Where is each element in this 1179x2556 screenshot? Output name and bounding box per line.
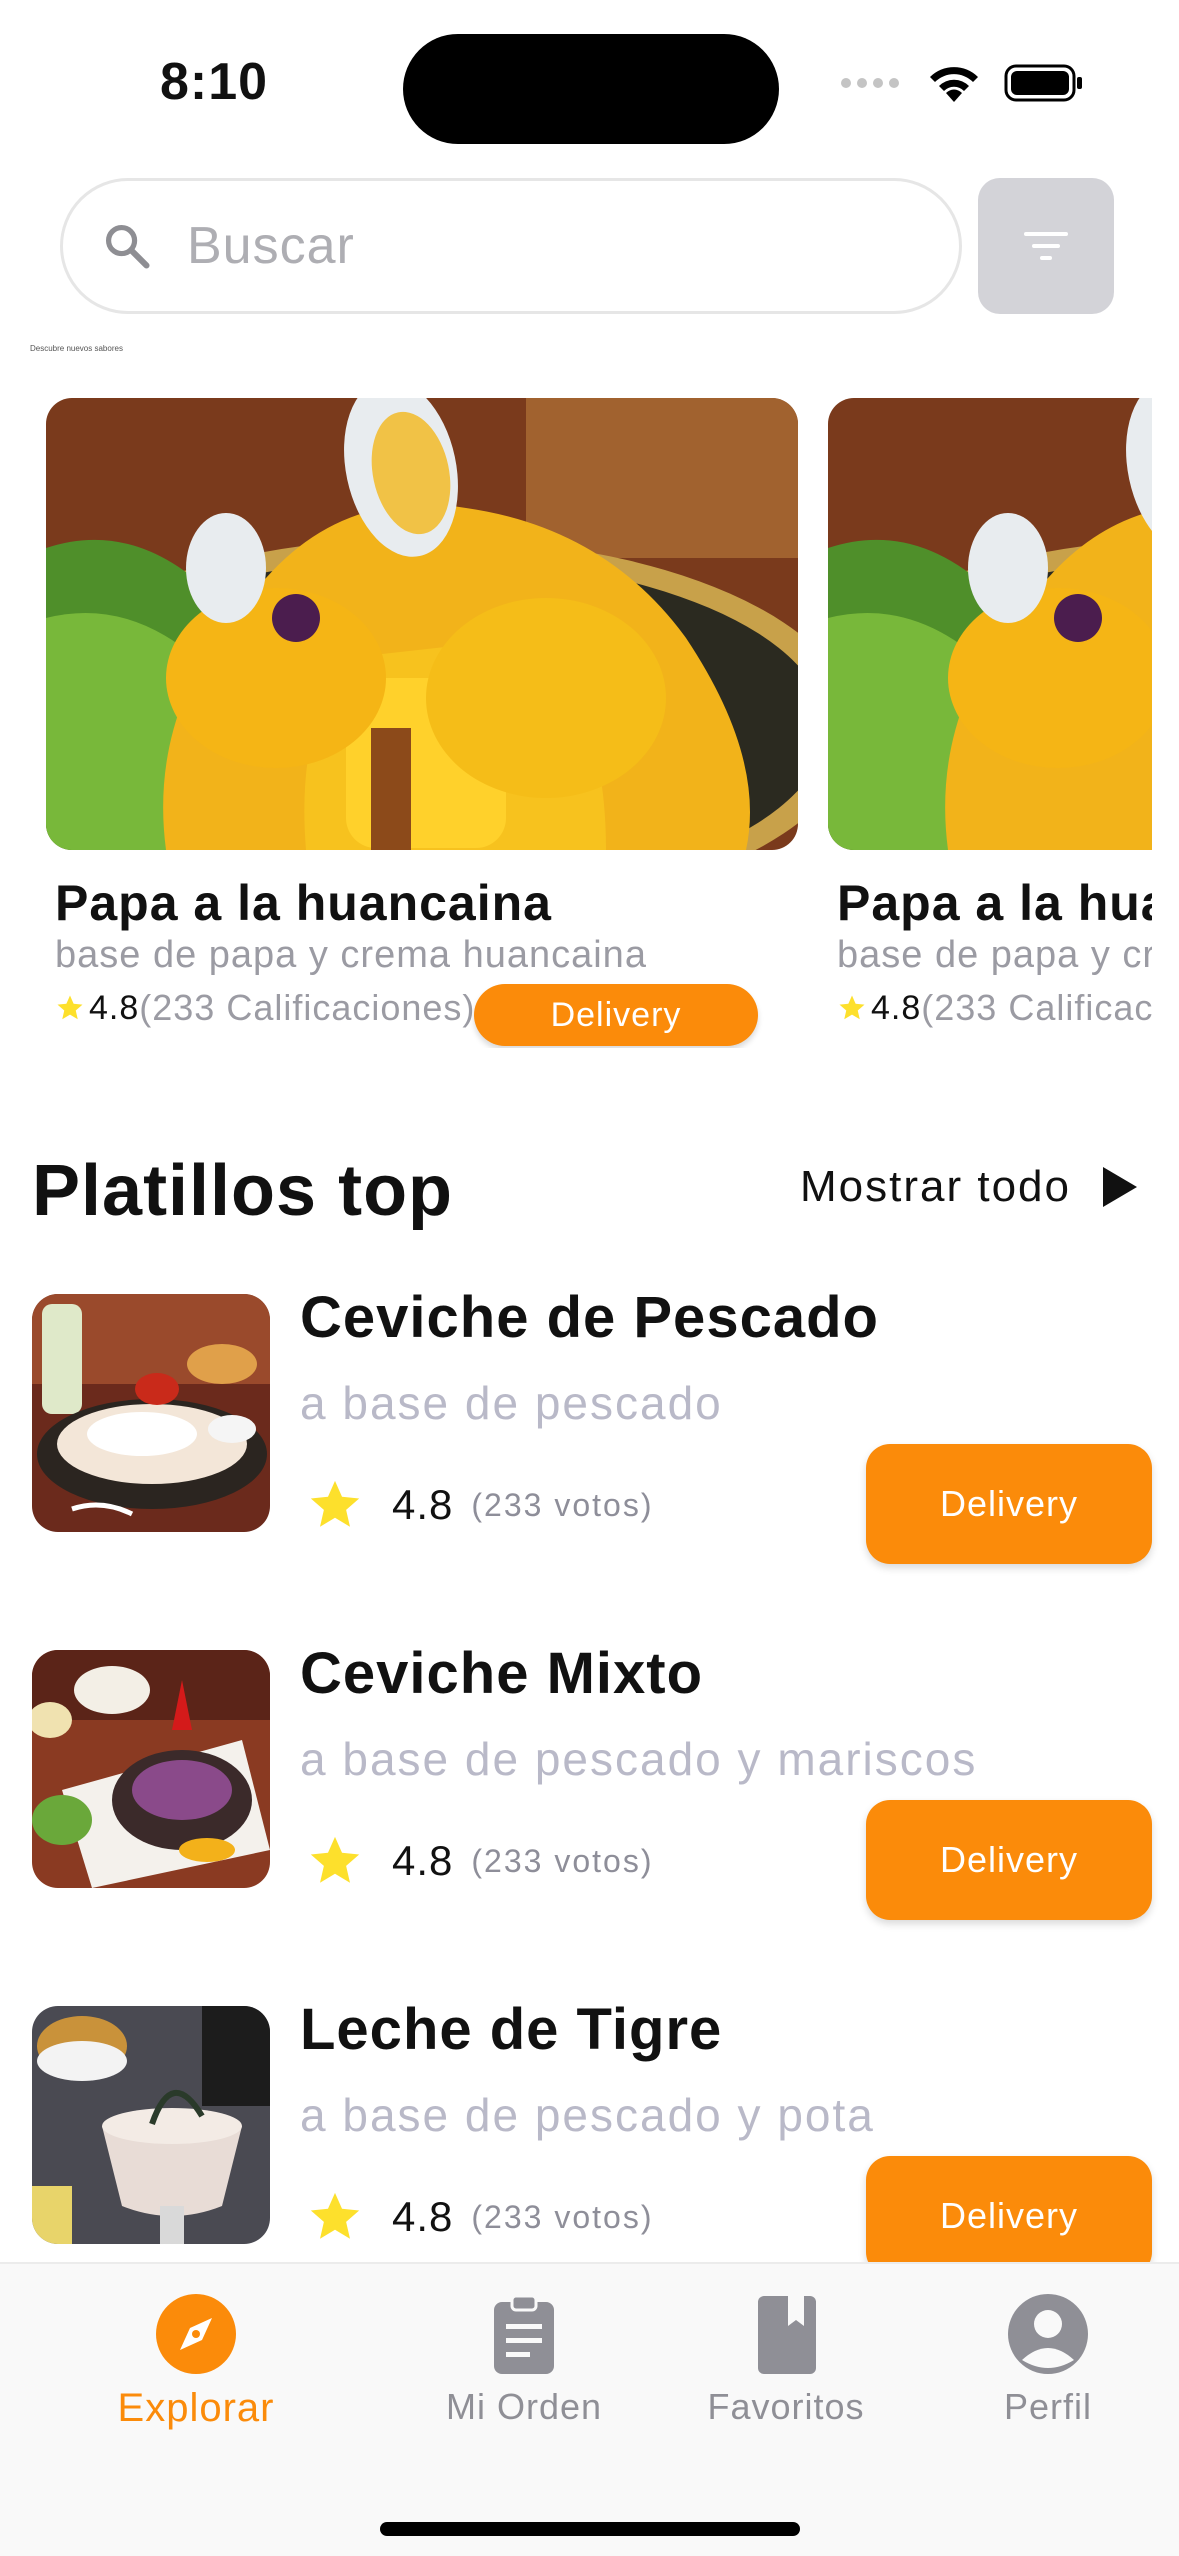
featured-rating-value: 4.8	[89, 988, 140, 1027]
home-indicator[interactable]	[380, 2522, 800, 2536]
caption-text: Descubre nuevos sabores	[30, 344, 123, 353]
compass-icon	[156, 2294, 236, 2374]
dish-image-ceviche-pescado	[32, 1294, 270, 1532]
dish-name: Leche de Tigre	[300, 1997, 723, 2062]
bookmark-icon	[758, 2296, 816, 2374]
featured-rating-count: (233 Calificaciones)	[139, 987, 476, 1028]
search-bar[interactable]	[60, 178, 962, 314]
play-arrow-icon	[1103, 1167, 1137, 1207]
dish-image-leche-de-tigre	[32, 2006, 270, 2244]
featured-carousel[interactable]: Papa a la huancaina base de papa y crema…	[0, 398, 1152, 1048]
cellular-signal-icon	[841, 78, 899, 88]
dish-image-papa-huancaina	[828, 398, 1152, 850]
dynamic-island	[403, 34, 779, 144]
dish-rating-value: 4.8	[392, 1837, 454, 1884]
dish-name: Ceviche de Pescado	[300, 1285, 879, 1350]
status-time: 8:10	[160, 53, 269, 111]
star-icon	[310, 2192, 360, 2239]
dish-rating-value: 4.8	[392, 2193, 454, 2240]
dish-description: a base de pescado y pota	[300, 2089, 875, 2141]
show-all-link[interactable]: Mostrar todo	[800, 1162, 1139, 1212]
dish-rating: 4.8 (233 votos)	[306, 1476, 653, 1534]
person-icon	[1008, 2294, 1088, 2374]
delivery-button[interactable]: Delivery	[866, 1444, 1152, 1564]
delivery-button[interactable]: Delivery	[866, 2156, 1152, 2276]
dish-votes: (233 votos)	[471, 2198, 654, 2235]
dish-rating-value: 4.8	[392, 1481, 454, 1528]
star-icon	[57, 995, 83, 1020]
section-title: Platillos top	[32, 1151, 454, 1231]
clipboard-icon	[494, 2294, 554, 2374]
dish-image-ceviche-mixto	[32, 1650, 270, 1888]
dish-votes: (233 votos)	[471, 1842, 654, 1879]
dish-rating: 4.8 (233 votos)	[306, 1832, 653, 1890]
dish-rating: 4.8 (233 votos)	[306, 2188, 653, 2246]
filter-icon	[1024, 232, 1068, 260]
tab-favoritos[interactable]: Favoritos	[656, 2292, 916, 2428]
star-icon	[310, 1480, 360, 1527]
tab-label: Mi Orden	[445, 2386, 603, 2427]
star-icon	[839, 995, 865, 1020]
featured-subtitle: base de papa y crema huancaina	[55, 934, 647, 976]
dish-description: a base de pescado	[300, 1377, 723, 1429]
dish-votes: (233 votos)	[471, 1486, 654, 1523]
filter-button[interactable]	[978, 178, 1114, 314]
dish-description: a base de pescado y mariscos	[300, 1733, 978, 1785]
featured-rating-count: (233 Calificaciones)	[921, 987, 1152, 1028]
status-icons	[840, 62, 1084, 104]
wifi-icon	[930, 67, 978, 102]
search-icon	[105, 224, 150, 269]
tab-label: Explorar	[117, 2386, 275, 2430]
battery-icon	[1004, 64, 1082, 102]
featured-card[interactable]: Papa a la huancaina base de papa y crema…	[828, 398, 1152, 1029]
search-input[interactable]	[187, 216, 887, 276]
tab-label: Favoritos	[707, 2386, 865, 2427]
tab-bar: Explorar Mi Orden Favoritos Perfil	[0, 2262, 1179, 2556]
featured-subtitle: base de papa y crema huancaina	[837, 934, 1152, 976]
featured-title: Papa a la huancaina	[55, 875, 552, 931]
tab-label: Perfil	[1003, 2386, 1093, 2427]
dish-name: Ceviche Mixto	[300, 1641, 703, 1706]
featured-rating: 4.8 (233 Calificaciones)	[837, 987, 1152, 1029]
tab-perfil[interactable]: Perfil	[918, 2292, 1178, 2428]
featured-delivery-button[interactable]: Delivery	[474, 984, 758, 1046]
delivery-button[interactable]: Delivery	[866, 1800, 1152, 1920]
dish-row[interactable]: Leche de Tigre a base de pescado y pota …	[0, 1996, 1179, 2276]
featured-title: Papa a la huancaina	[837, 875, 1152, 931]
dish-row[interactable]: Ceviche de Pescado a base de pescado 4.8…	[0, 1284, 1179, 1564]
featured-card[interactable]: Papa a la huancaina base de papa y crema…	[46, 398, 798, 1029]
dish-row[interactable]: Ceviche Mixto a base de pescado y marisc…	[0, 1640, 1179, 1920]
show-all-label: Mostrar todo	[800, 1162, 1071, 1211]
featured-rating-value: 4.8	[871, 988, 922, 1027]
tab-explorar[interactable]: Explorar	[66, 2292, 326, 2431]
star-icon	[310, 1836, 360, 1883]
tab-mi-orden[interactable]: Mi Orden	[394, 2292, 654, 2428]
status-bar: 8:10	[0, 0, 1179, 170]
dish-image-papa-huancaina	[46, 398, 798, 850]
